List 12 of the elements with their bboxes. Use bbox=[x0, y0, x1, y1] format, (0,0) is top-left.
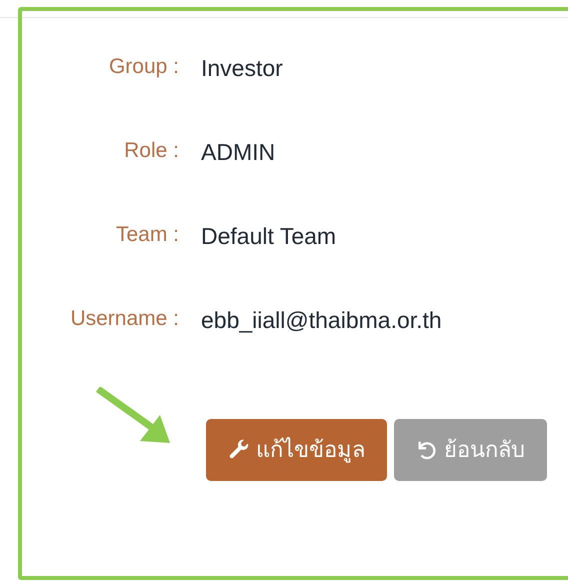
field-label: Team : bbox=[114, 222, 180, 248]
field-value: Investor bbox=[200, 54, 283, 83]
field-label: Username : bbox=[69, 306, 180, 332]
back-button[interactable]: ย้อนกลับ bbox=[394, 419, 547, 481]
field-value: ADMIN bbox=[200, 138, 276, 167]
field-label: Group : bbox=[108, 54, 180, 80]
undo-icon bbox=[416, 439, 438, 461]
wrench-icon bbox=[228, 439, 250, 461]
field-value: Default Team bbox=[200, 222, 336, 251]
edit-button[interactable]: แก้ไขข้อมูล bbox=[206, 419, 387, 481]
field-value: ebb_iiall@thaibma.or.th bbox=[200, 306, 442, 335]
field-label: Role : bbox=[123, 138, 180, 164]
